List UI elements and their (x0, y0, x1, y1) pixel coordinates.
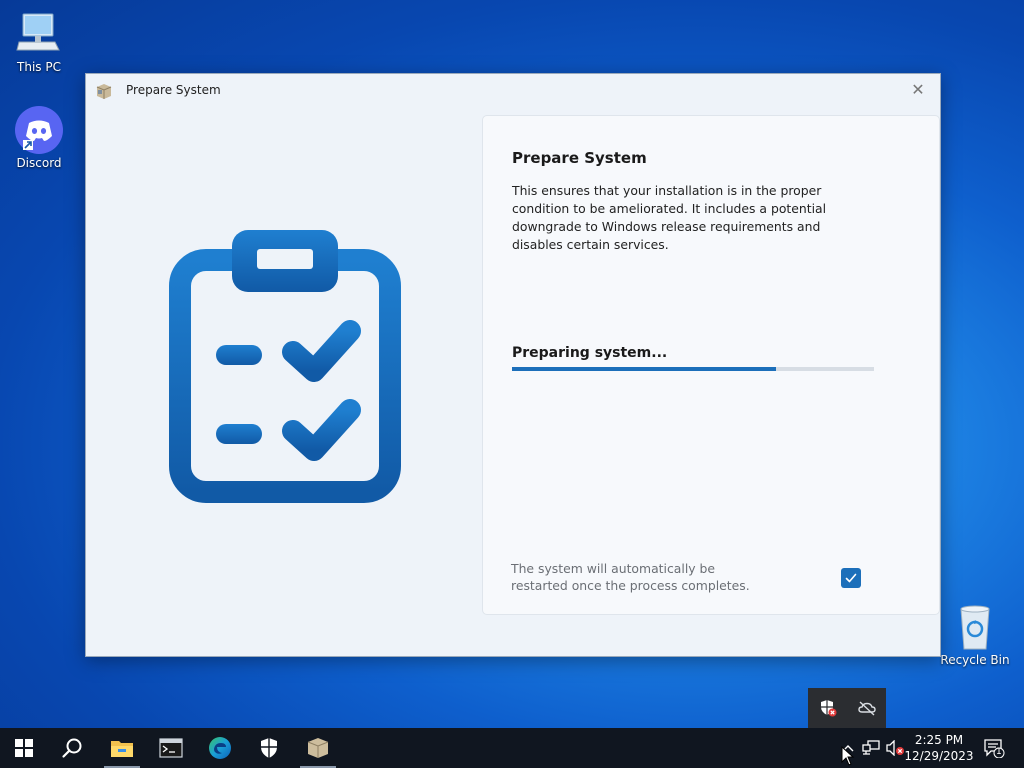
close-icon: ✕ (911, 79, 925, 99)
search-button[interactable] (48, 728, 96, 768)
progress-bar-fill (512, 367, 777, 371)
network-button[interactable] (860, 728, 882, 768)
recycle-bin-icon (951, 603, 999, 651)
edge-icon (209, 737, 231, 759)
volume-button[interactable] (884, 728, 906, 768)
action-center-button[interactable]: 1 (978, 728, 1010, 768)
edge-button[interactable] (196, 728, 244, 768)
clock-time: 2:25 PM (914, 733, 964, 747)
security-shield-warning-icon[interactable] (818, 698, 838, 718)
restart-note: The system will automatically be restart… (511, 561, 750, 593)
desktop-icon-discord[interactable]: Discord (4, 106, 74, 170)
search-icon (62, 738, 82, 758)
package-app-button[interactable] (294, 728, 342, 768)
windows-security-button[interactable] (245, 728, 293, 768)
restart-checkbox[interactable] (841, 568, 861, 588)
mouse-cursor-icon (841, 746, 855, 766)
discord-icon (15, 106, 63, 154)
onedrive-offline-icon[interactable] (857, 698, 877, 718)
content-panel: Prepare System This ensures that your in… (482, 115, 940, 615)
notification-count-badge: 1 (996, 747, 1002, 757)
windows-security-icon (261, 738, 277, 758)
terminal-button[interactable] (147, 728, 195, 768)
this-pc-icon (15, 10, 63, 58)
clock[interactable]: 2:25 PM 12/29/2023 (904, 728, 974, 768)
start-button[interactable] (0, 728, 48, 768)
panel-heading: Prepare System (512, 149, 647, 167)
taskbar: 2:25 PM 12/29/2023 1 (0, 728, 1024, 768)
package-icon (307, 738, 329, 758)
window-title: Prepare System (126, 83, 221, 97)
panel-description: This ensures that your installation is i… (512, 183, 827, 252)
prepare-system-window: Prepare System ✕ Prepare System This ens… (85, 73, 941, 657)
checkmark-icon (845, 573, 857, 583)
volume-muted-icon (886, 740, 904, 756)
start-icon (15, 739, 33, 757)
title-bar[interactable]: Prepare System ✕ (86, 74, 940, 106)
progress-status: Preparing system... (512, 345, 668, 361)
file-explorer-icon (111, 741, 133, 757)
file-explorer-button[interactable] (98, 728, 146, 768)
network-icon (862, 740, 880, 755)
clock-date: 12/29/2023 (904, 749, 974, 763)
desktop-icon-label: Recycle Bin (940, 653, 1010, 667)
terminal-icon (159, 738, 183, 758)
close-button[interactable]: ✕ (896, 74, 940, 104)
progress-bar (512, 367, 874, 371)
desktop-icon-recycle-bin[interactable]: Recycle Bin (940, 603, 1010, 667)
clipboard-checklist-icon (162, 224, 412, 509)
tray-overflow-flyout (808, 688, 886, 728)
desktop-icon-label: Discord (16, 156, 62, 170)
desktop-icon-label: This PC (17, 60, 61, 74)
desktop-icon-this-pc[interactable]: This PC (4, 10, 74, 74)
package-icon (95, 82, 113, 100)
